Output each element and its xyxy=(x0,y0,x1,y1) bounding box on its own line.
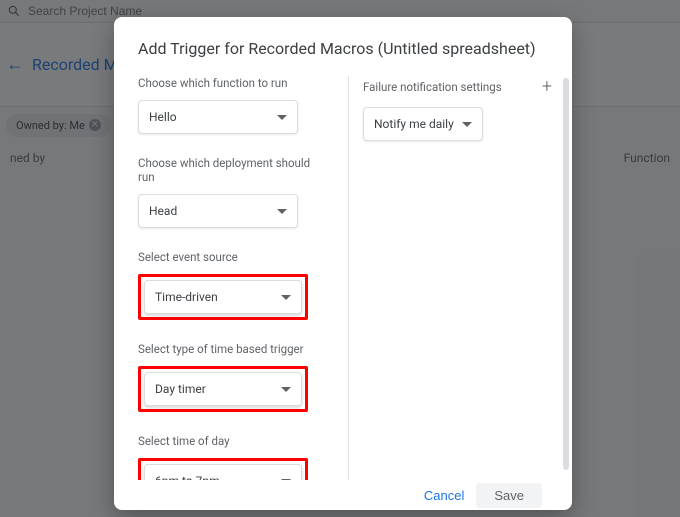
event-source-label: Select event source xyxy=(138,250,328,264)
trigger-type-value: Day timer xyxy=(155,382,206,396)
chevron-down-icon xyxy=(281,479,291,481)
function-select[interactable]: Hello xyxy=(138,100,298,134)
chevron-down-icon xyxy=(281,387,291,392)
column-divider xyxy=(348,76,349,480)
failure-value: Notify me daily xyxy=(374,117,454,131)
event-source-select[interactable]: Time-driven xyxy=(144,280,302,314)
failure-label: Failure notification settings xyxy=(363,80,502,94)
field-event-source: Select event source Time-driven xyxy=(138,250,328,320)
modal-right-column: Failure notification settings + Notify m… xyxy=(359,76,552,480)
field-trigger-type: Select type of time based trigger Day ti… xyxy=(138,342,328,412)
scrollbar[interactable] xyxy=(563,78,569,470)
field-function: Choose which function to run Hello xyxy=(138,76,328,134)
field-time-of-day: Select time of day 6pm to 7pm (GMT+05:30… xyxy=(138,434,328,480)
trigger-type-select[interactable]: Day timer xyxy=(144,372,302,406)
highlight-box: Time-driven xyxy=(138,274,308,320)
failure-settings-header: Failure notification settings + xyxy=(363,76,552,97)
highlight-box: Day timer xyxy=(138,366,308,412)
chevron-down-icon xyxy=(281,295,291,300)
field-deployment: Choose which deployment should run Head xyxy=(138,156,328,228)
save-button[interactable]: Save xyxy=(476,483,542,508)
function-value: Hello xyxy=(149,110,177,124)
modal-title: Add Trigger for Recorded Macros (Untitle… xyxy=(114,17,572,68)
modal-footer: Cancel Save xyxy=(114,480,572,510)
modal-left-column: Choose which function to run Hello Choos… xyxy=(138,76,338,480)
deployment-label: Choose which deployment should run xyxy=(138,156,328,184)
deployment-value: Head xyxy=(149,204,177,218)
trigger-modal: Add Trigger for Recorded Macros (Untitle… xyxy=(114,17,572,510)
deployment-select[interactable]: Head xyxy=(138,194,298,228)
modal-body: Choose which function to run Hello Choos… xyxy=(114,68,572,480)
event-source-value: Time-driven xyxy=(155,290,218,304)
time-of-day-value: 6pm to 7pm xyxy=(155,474,220,480)
plus-icon[interactable]: + xyxy=(542,76,552,97)
trigger-type-label: Select type of time based trigger xyxy=(138,342,328,356)
chevron-down-icon xyxy=(277,209,287,214)
time-of-day-label: Select time of day xyxy=(138,434,328,448)
chevron-down-icon xyxy=(277,115,287,120)
cancel-button[interactable]: Cancel xyxy=(424,488,464,503)
function-label: Choose which function to run xyxy=(138,76,328,90)
time-of-day-select[interactable]: 6pm to 7pm xyxy=(144,464,302,480)
highlight-box: 6pm to 7pm xyxy=(138,458,308,480)
chevron-down-icon xyxy=(462,122,472,127)
failure-select[interactable]: Notify me daily xyxy=(363,107,483,141)
